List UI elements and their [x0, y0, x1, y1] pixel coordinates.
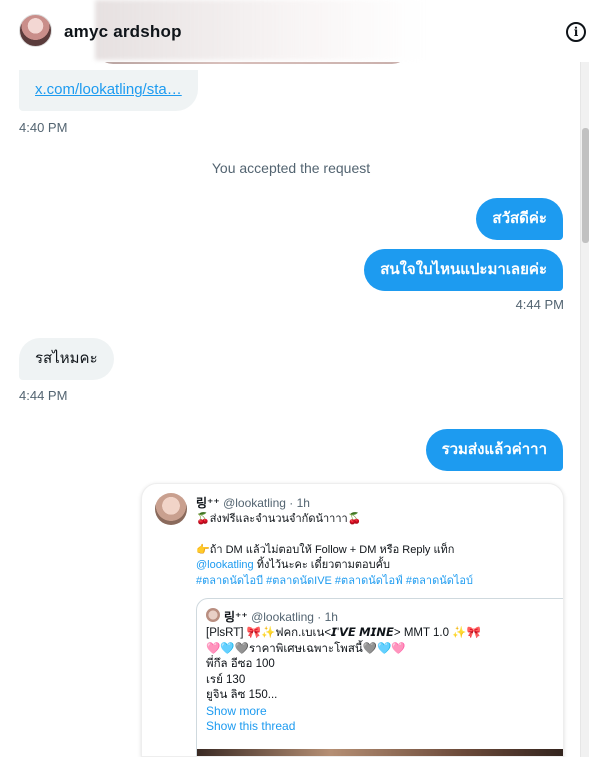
system-message: You accepted the request: [211, 160, 371, 176]
post-author: 링⁺⁺ @lookatling · 1h: [224, 608, 338, 625]
post-line: พี่กึล อีซอ 100: [206, 658, 275, 670]
post-line: เรย์ 130: [206, 673, 246, 686]
author-handle: @lookatling · 1h: [251, 610, 338, 624]
sent-message-bubble[interactable]: รวมส่งแล้วค่าาา: [425, 429, 563, 471]
info-icon[interactable]: i: [566, 22, 586, 42]
post-line: 🍒ส่งฟรีและจำนวนจำกัดน้าาาา🍒: [196, 513, 362, 525]
post-text: [PlsRT] 🎀✨ฟคก.เบเน<𝙄'𝙑𝙀 𝙈𝙄𝙉𝙀> MMT 1.0 ✨🎀…: [206, 626, 481, 735]
sent-message-bubble[interactable]: สนใจใบไหนแปะมาเลยค่ะ: [364, 249, 563, 291]
conversation-header: amyc ardshop i: [0, 0, 589, 62]
author-name: 링⁺⁺: [196, 496, 220, 510]
message-timestamp: 4:44 PM: [19, 388, 68, 403]
avatar[interactable]: [155, 493, 187, 525]
post-line: @lookatling ทิ้งไว้นะคะ เดี๋ยวตามตอบคั้บ: [196, 559, 390, 571]
inner-quoted-post[interactable]: 링⁺⁺ @lookatling · 1h [PlsRT] 🎀✨ฟคก.เบเน<…: [196, 598, 563, 756]
message-timestamp: 4:44 PM: [515, 297, 564, 312]
mention-link[interactable]: @lookatling: [196, 559, 254, 571]
message-timestamp: 4:40 PM: [19, 120, 68, 135]
show-thread-link[interactable]: Show this thread: [206, 719, 481, 735]
post-line: 🩷🩵🩶ราคาพิเศษเฉพาะโพสนี้🩶🩵🩷: [206, 642, 406, 655]
post-text: 🍒ส่งฟรีและจำนวนจำกัดน้าาาา🍒 👉ถ้า DM แล้ว…: [196, 512, 556, 589]
author-name: 링⁺⁺: [224, 610, 248, 624]
sent-message-bubble[interactable]: สวัสดีค่ะ: [476, 198, 563, 240]
post-author: 링⁺⁺ @lookatling · 1h: [196, 494, 310, 511]
post-line: ยูจิน ลิซ 150...: [206, 689, 278, 701]
author-handle: @lookatling · 1h: [223, 496, 310, 510]
received-message-bubble[interactable]: รสไหมคะ: [19, 338, 114, 380]
post-image[interactable]: [197, 749, 563, 756]
scrollbar-thumb[interactable]: [582, 128, 589, 243]
post-line: [PlsRT] 🎀✨ฟคก.เบเน<𝙄'𝙑𝙀 𝙈𝙄𝙉𝙀> MMT 1.0 ✨🎀: [206, 627, 481, 639]
post-line: 👉ถ้า DM แล้วไม่ตอบให้ Follow + DM หรือ R…: [196, 543, 455, 556]
show-more-link[interactable]: Show more: [206, 704, 481, 720]
link-message-bubble[interactable]: x.com/lookatling/sta…: [19, 70, 198, 111]
hashtag-links[interactable]: #ตลาดนัดไอบี #ตลาดนัดIVE #ตลาดนัดไอฟ์ #ต…: [196, 574, 556, 590]
avatar: [206, 608, 220, 622]
avatar[interactable]: [19, 14, 52, 47]
message-link[interactable]: x.com/lookatling/sta…: [35, 81, 182, 98]
quoted-post-card[interactable]: 링⁺⁺ @lookatling · 1h 🍒ส่งฟรีและจำนวนจำกั…: [141, 483, 564, 757]
conversation-title[interactable]: amyc ardshop: [64, 22, 182, 42]
